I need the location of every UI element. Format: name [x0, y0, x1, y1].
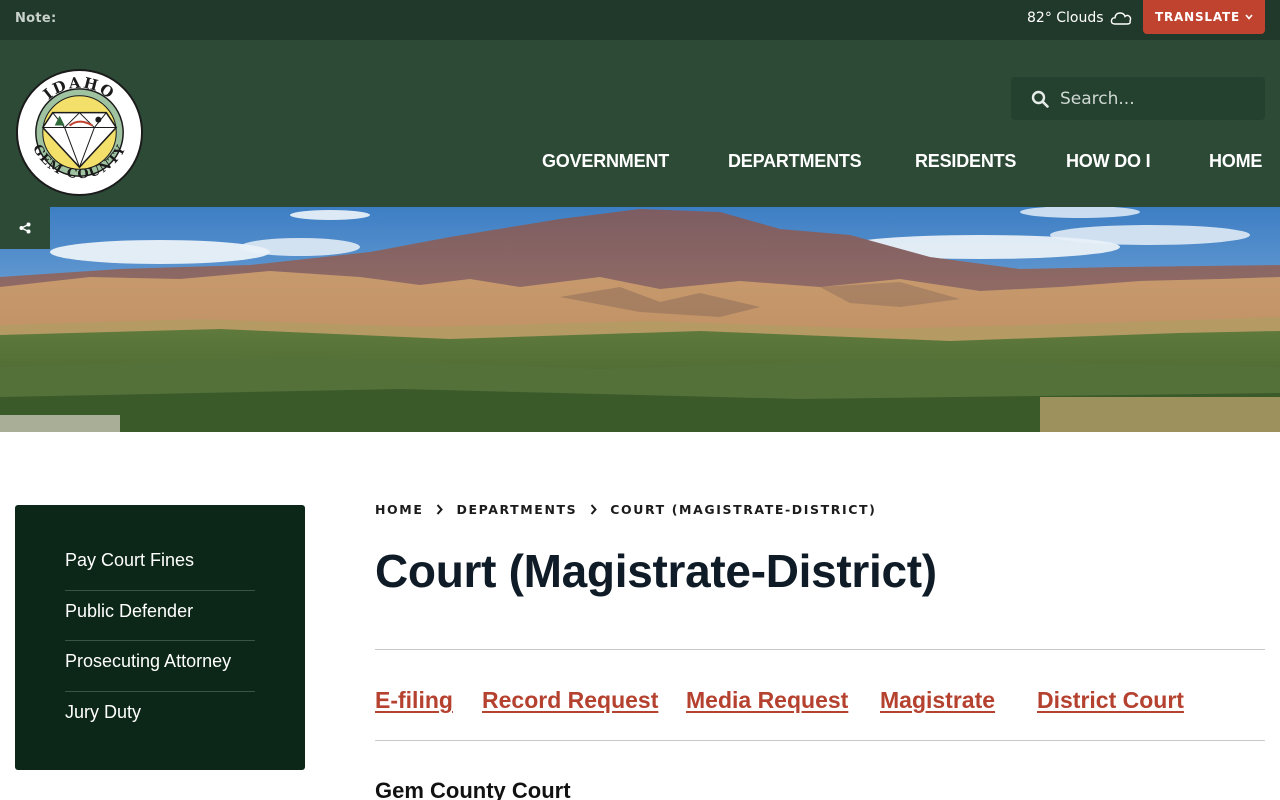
search-box[interactable]: [1011, 77, 1265, 120]
divider-top: [375, 649, 1265, 650]
nav-departments[interactable]: DEPARTMENTS: [728, 151, 862, 172]
chevron-right-icon: [590, 504, 598, 515]
nav-residents[interactable]: RESIDENTS: [915, 151, 1016, 172]
quick-link-record-request[interactable]: Record Request: [482, 687, 658, 714]
quick-link-e-filing[interactable]: E-filing: [375, 687, 453, 714]
nav-home[interactable]: HOME: [1209, 151, 1262, 172]
site-header: IDAHO GEM COUNTY GOVERNMENT DEPARTMENTS …: [0, 40, 1280, 207]
page-title: Court (Magistrate-District): [375, 545, 937, 597]
translate-button[interactable]: TRANSLATE: [1143, 0, 1265, 34]
search-input[interactable]: [1060, 88, 1250, 109]
translate-label: TRANSLATE: [1155, 10, 1240, 24]
breadcrumb-current: COURT (MAGISTRATE-DISTRICT): [610, 502, 877, 517]
nav-how-do-i[interactable]: HOW DO I: [1066, 151, 1151, 172]
main-navigation: GOVERNMENT DEPARTMENTS RESIDENTS HOW DO …: [0, 151, 1280, 173]
breadcrumb: HOME DEPARTMENTS COURT (MAGISTRATE-DISTR…: [375, 502, 876, 517]
note-label: Note:: [15, 11, 57, 26]
share-icon: [19, 222, 31, 234]
nav-government[interactable]: GOVERNMENT: [542, 151, 669, 172]
hero-banner-image: [0, 207, 1280, 432]
landscape-illustration: [0, 207, 1280, 432]
section-heading: Gem County Court: [375, 778, 571, 800]
sidebar-menu: Pay Court Fines Public Defender Prosecut…: [15, 505, 305, 770]
quick-link-media-request[interactable]: Media Request: [686, 687, 848, 714]
cloud-icon: [1110, 12, 1131, 25]
top-utility-bar: Note: 82° Clouds TRANSLATE: [0, 0, 1280, 40]
quick-links: E-filing Record Request Media Request Ma…: [0, 687, 1280, 717]
chevron-right-icon: [436, 504, 444, 515]
sidebar-item-prosecuting-attorney[interactable]: Prosecuting Attorney: [65, 641, 255, 692]
weather-text: 82° Clouds: [1027, 10, 1104, 26]
quick-link-district-court[interactable]: District Court: [1037, 687, 1184, 714]
weather-widget: 82° Clouds: [1027, 10, 1132, 26]
divider-bottom: [375, 740, 1265, 741]
sidebar-item-public-defender[interactable]: Public Defender: [65, 591, 255, 641]
sidebar-item-pay-court-fines[interactable]: Pay Court Fines: [65, 540, 255, 591]
gem-county-seal-logo[interactable]: IDAHO GEM COUNTY: [15, 68, 144, 197]
share-button[interactable]: [0, 207, 50, 249]
chevron-down-icon: [1245, 14, 1253, 20]
quick-link-magistrate[interactable]: Magistrate: [880, 687, 995, 714]
breadcrumb-departments[interactable]: DEPARTMENTS: [456, 502, 577, 517]
breadcrumb-home[interactable]: HOME: [375, 502, 423, 517]
search-icon: [1031, 90, 1049, 108]
